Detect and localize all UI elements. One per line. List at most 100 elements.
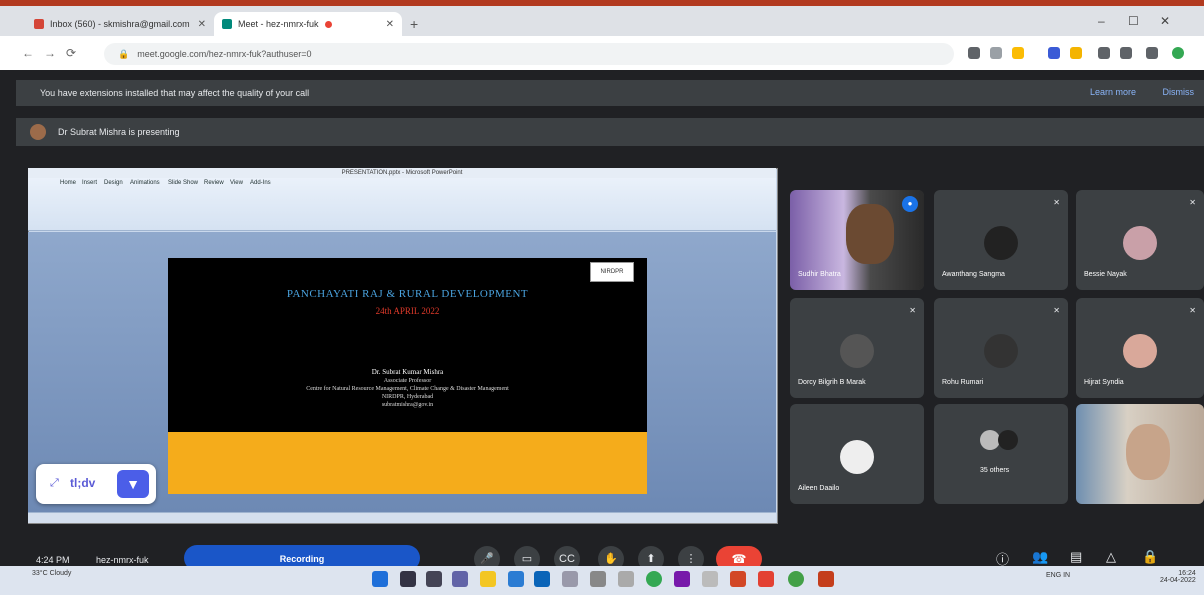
ribbon-tab: Insert bbox=[82, 180, 98, 186]
participant-avatar bbox=[840, 440, 874, 474]
presenting-text: Dr Subrat Mishra is presenting bbox=[58, 127, 180, 137]
chat-app-icon[interactable] bbox=[452, 571, 468, 587]
clock: 4:24 PM bbox=[36, 555, 70, 565]
notification-app-icon[interactable] bbox=[758, 571, 774, 587]
lock-icon: 🔒 bbox=[118, 48, 130, 59]
window-top-edge bbox=[0, 0, 1204, 6]
slide-presenter-role: Associate Professor bbox=[383, 378, 432, 384]
onenote-icon[interactable] bbox=[674, 571, 690, 587]
learn-more-link[interactable]: Learn more bbox=[1090, 87, 1136, 97]
gmail-icon bbox=[34, 19, 44, 29]
participant-tile[interactable]: ● Sudhir Bhatra bbox=[790, 190, 924, 290]
profile-avatar[interactable] bbox=[1172, 47, 1184, 59]
participant-avatar bbox=[1123, 226, 1157, 260]
forward-button[interactable]: → bbox=[44, 46, 56, 60]
tab-gmail[interactable]: Inbox (560) - skmishra@gmail.com ✕ bbox=[26, 12, 214, 36]
ribbon-tab: Review bbox=[204, 180, 224, 186]
tab-meet[interactable]: Meet - hez-nmrx-fuk ✕ bbox=[214, 12, 402, 36]
extensions-puzzle-icon[interactable] bbox=[1120, 47, 1132, 59]
participant-avatar bbox=[980, 430, 1000, 450]
mic-off-icon: ✕ bbox=[1189, 306, 1196, 315]
slide-presenter-name: Dr. Subrat Kumar Mishra bbox=[371, 368, 444, 376]
powerpoint-icon[interactable] bbox=[818, 571, 834, 587]
extension-warning-banner: You have extensions installed that may a… bbox=[16, 80, 1204, 106]
maximize-button[interactable]: ☐ bbox=[1128, 14, 1139, 28]
pin-icon[interactable]: ▼ bbox=[117, 470, 149, 498]
app-icon[interactable] bbox=[702, 571, 718, 587]
bookmark-star-icon[interactable] bbox=[1012, 47, 1024, 59]
host-controls-icon[interactable]: 🔒 bbox=[1142, 549, 1158, 565]
sidebar-icon[interactable] bbox=[1146, 47, 1158, 59]
task-view-icon[interactable] bbox=[426, 571, 442, 587]
extension-icon[interactable] bbox=[1070, 47, 1082, 59]
slide-date: 24th APRIL 2022 bbox=[375, 306, 440, 316]
participant-tile[interactable]: ✕ Hijrat Syndia bbox=[1076, 298, 1204, 398]
word-icon[interactable] bbox=[508, 571, 524, 587]
participant-name: Hijrat Syndia bbox=[1084, 379, 1124, 386]
presenting-bar: Dr Subrat Mishra is presenting bbox=[16, 118, 1204, 146]
expand-icon[interactable]: ⤢ bbox=[50, 477, 59, 490]
participant-name: Awanthang Sangma bbox=[942, 271, 1005, 278]
slide-presenter-org: NIRDPR, Hyderabad bbox=[381, 394, 434, 400]
tldv-label: tl;dv bbox=[70, 476, 96, 490]
url-text: meet.google.com/hez-nmrx-fuk?authuser=0 bbox=[137, 49, 312, 59]
dismiss-button[interactable]: Dismiss bbox=[1163, 87, 1195, 97]
participant-avatar bbox=[998, 430, 1018, 450]
close-tab-icon[interactable]: ✕ bbox=[198, 19, 206, 30]
participant-tile[interactable]: ✕ Dorcy Bilgrih B Marak bbox=[790, 298, 924, 398]
participant-avatar bbox=[840, 334, 874, 368]
slide-presenter-centre: Centre for Natural Resource Management, … bbox=[306, 386, 509, 392]
meet-icon bbox=[222, 19, 232, 29]
back-button[interactable]: ← bbox=[22, 46, 34, 60]
close-window-button[interactable]: ✕ bbox=[1160, 14, 1170, 28]
app-icon[interactable] bbox=[618, 571, 634, 587]
start-icon[interactable] bbox=[372, 571, 388, 587]
powerpoint-title: PRESENTATION.pptx - Microsoft PowerPoint bbox=[28, 168, 776, 178]
people-icon[interactable]: 👥 bbox=[1032, 549, 1048, 565]
store-icon[interactable] bbox=[534, 571, 550, 587]
file-explorer-icon[interactable] bbox=[480, 571, 496, 587]
extension-icon[interactable] bbox=[1048, 47, 1060, 59]
powerpoint-statusbar bbox=[28, 512, 776, 523]
presenter-avatar bbox=[30, 124, 46, 140]
mic-off-icon: ✕ bbox=[1053, 198, 1060, 207]
chrome-icon[interactable] bbox=[646, 571, 662, 587]
minimize-button[interactable]: – bbox=[1098, 14, 1105, 28]
participant-tile[interactable]: ✕ Bessie Nayak bbox=[1076, 190, 1204, 290]
participant-tile[interactable]: Aileen Daailo bbox=[790, 404, 924, 504]
chrome-profile-icon[interactable] bbox=[788, 571, 804, 587]
ribbon-tab: Home bbox=[60, 180, 77, 186]
mic-off-icon: ✕ bbox=[1053, 306, 1060, 315]
participant-tile[interactable]: ✕ Rohu Rumari bbox=[934, 298, 1068, 398]
activities-icon[interactable]: △ bbox=[1106, 549, 1116, 565]
participant-tile[interactable]: ✕ Awanthang Sangma bbox=[934, 190, 1068, 290]
share-icon[interactable] bbox=[990, 47, 1002, 59]
participant-avatar bbox=[1123, 334, 1157, 368]
camera-permission-icon[interactable] bbox=[968, 47, 980, 59]
chat-icon[interactable]: ▤ bbox=[1070, 549, 1082, 565]
language-indicator[interactable]: ENG IN bbox=[1046, 572, 1070, 579]
participant-tile[interactable] bbox=[1076, 404, 1204, 504]
participant-tile-others[interactable]: 35 others bbox=[934, 404, 1068, 504]
app-icon[interactable] bbox=[562, 571, 578, 587]
app-icon[interactable] bbox=[590, 571, 606, 587]
speaking-indicator-icon: ● bbox=[902, 196, 918, 212]
taskbar-clock[interactable]: 16:24 24-04-2022 bbox=[1160, 570, 1196, 584]
new-tab-button[interactable]: + bbox=[410, 16, 418, 32]
tab-title: Inbox (560) - skmishra@gmail.com bbox=[50, 19, 190, 29]
reload-button[interactable]: ⟳ bbox=[66, 46, 76, 60]
address-bar[interactable]: 🔒 meet.google.com/hez-nmrx-fuk?authuser=… bbox=[104, 43, 954, 65]
weather-widget[interactable]: 33°C Cloudy bbox=[32, 570, 71, 577]
participant-name: Dorcy Bilgrih B Marak bbox=[798, 379, 866, 386]
slide-presenter-email: subratmishra@gov.in bbox=[381, 402, 434, 408]
close-tab-icon[interactable]: ✕ bbox=[386, 19, 394, 30]
slide-title: PANCHAYATI RAJ & RURAL DEVELOPMENT bbox=[286, 288, 529, 300]
search-icon[interactable] bbox=[400, 571, 416, 587]
participant-name: Rohu Rumari bbox=[942, 379, 984, 386]
participant-avatar bbox=[984, 334, 1018, 368]
meeting-code: hez-nmrx-fuk bbox=[96, 555, 149, 565]
tab-title: Meet - hez-nmrx-fuk bbox=[238, 19, 319, 29]
recording-label: Recording bbox=[279, 554, 325, 564]
app-icon[interactable] bbox=[730, 571, 746, 587]
extension-icon[interactable] bbox=[1098, 47, 1110, 59]
